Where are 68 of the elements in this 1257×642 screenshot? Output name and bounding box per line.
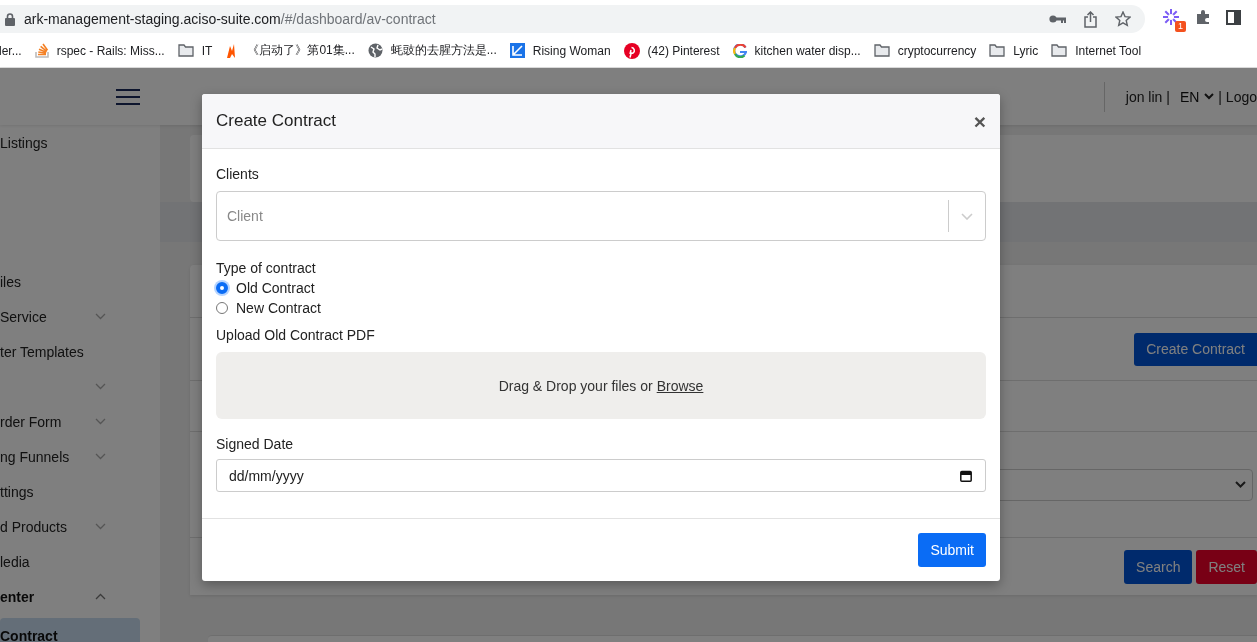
- bookmark[interactable]: (42) Pinterest: [623, 42, 720, 59]
- folder-icon: [177, 44, 194, 57]
- sidebar-item[interactable]: iles: [0, 264, 140, 299]
- reset-button[interactable]: Reset: [1196, 549, 1257, 584]
- globe-icon: [367, 43, 383, 58]
- logout-link[interactable]: | Logo: [1218, 88, 1257, 105]
- folder-icon: [1051, 44, 1068, 57]
- folder-icon: [873, 44, 890, 57]
- bookmark[interactable]: cryptocurrency: [873, 43, 977, 58]
- sidebar-item[interactable]: Contract: [0, 618, 140, 642]
- radio-button[interactable]: [216, 302, 228, 314]
- stack-icon: [34, 43, 49, 58]
- puzzle-icon[interactable]: [1195, 9, 1211, 25]
- sidebar-item[interactable]: d Products: [0, 509, 140, 544]
- bookmark[interactable]: 蚝豉的去腥方法是...: [367, 42, 497, 59]
- calendar-icon[interactable]: [960, 470, 972, 482]
- sidebar-item[interactable]: rder Form: [0, 404, 140, 439]
- language-select[interactable]: EN: [1179, 88, 1215, 105]
- pin-logo-icon: [623, 42, 640, 59]
- bookmark[interactable]: kitchen water disp...: [732, 43, 861, 58]
- client-select[interactable]: Client: [216, 191, 986, 241]
- chevron-down-icon: [1204, 93, 1215, 100]
- field-label: Signed Date: [216, 436, 294, 452]
- menu-icon[interactable]: [116, 88, 140, 105]
- search-button[interactable]: Search: [1124, 549, 1193, 584]
- notification-badge: 1: [1175, 21, 1186, 32]
- field-label: Clients: [216, 166, 259, 182]
- modal-title: Create Contract: [216, 111, 336, 131]
- lock-icon: [5, 12, 15, 26]
- bookmark[interactable]: 《启动了》第01集...: [225, 42, 355, 59]
- sidebar-item[interactable]: ttings: [0, 474, 140, 509]
- bookmark[interactable]: rspec - Rails: Miss...: [34, 43, 165, 58]
- field-label: Upload Old Contract PDF: [216, 327, 375, 343]
- sidebar-item[interactable]: Service: [0, 299, 140, 334]
- close-button[interactable]: ×: [973, 110, 986, 132]
- bookmark[interactable]: ler...: [0, 43, 22, 58]
- chevron-down-icon: [961, 212, 973, 220]
- radio-label: New Contract: [236, 300, 321, 316]
- field-label: Type of contract: [216, 260, 316, 276]
- user-name: jon lin |: [1125, 88, 1170, 105]
- radio-button[interactable]: [216, 282, 228, 294]
- date-field[interactable]: dd/mm/yyyy: [216, 459, 986, 492]
- browse-link[interactable]: Browse: [656, 377, 704, 394]
- sidebar-item[interactable]: Listings: [0, 125, 140, 160]
- colored-g-icon: [732, 43, 747, 58]
- sparkle-icon[interactable]: [1162, 8, 1180, 26]
- sidebar-item[interactable]: ng Funnels: [0, 439, 140, 474]
- side-panel-icon[interactable]: [1226, 9, 1241, 25]
- sidebar-item[interactable]: ledia: [0, 544, 140, 579]
- dropzone-text: Drag & Drop your files or: [498, 377, 653, 394]
- radio-label: Old Contract: [236, 280, 315, 296]
- chevron-down-icon: [1235, 481, 1246, 488]
- sidebar-item[interactable]: enter: [0, 579, 140, 614]
- create-contract-button[interactable]: Create Contract: [1134, 332, 1257, 366]
- url-text: ark-management-staging.aciso-suite.com/#/dashboard/av-contract: [24, 11, 436, 27]
- bookmark[interactable]: Lyric: [989, 43, 1039, 58]
- key-icon[interactable]: [1049, 14, 1066, 24]
- share-icon[interactable]: [1084, 10, 1097, 28]
- submit-button[interactable]: Submit: [918, 533, 986, 567]
- bookmark[interactable]: IT: [177, 43, 213, 58]
- sidebar-item[interactable]: ter Templates: [0, 334, 140, 369]
- star-icon[interactable]: [1115, 11, 1131, 27]
- address-bar[interactable]: ark-management-staging.aciso-suite.com/#/dashboard/av-contract: [0, 5, 1145, 33]
- bookmark[interactable]: Internet Tool: [1051, 43, 1142, 58]
- arrow-square-icon: [509, 43, 525, 58]
- bookmark[interactable]: Rising Woman: [509, 43, 611, 58]
- folder-icon: [989, 44, 1006, 57]
- file-dropzone[interactable]: Drag & Drop your files or Browse: [216, 352, 986, 419]
